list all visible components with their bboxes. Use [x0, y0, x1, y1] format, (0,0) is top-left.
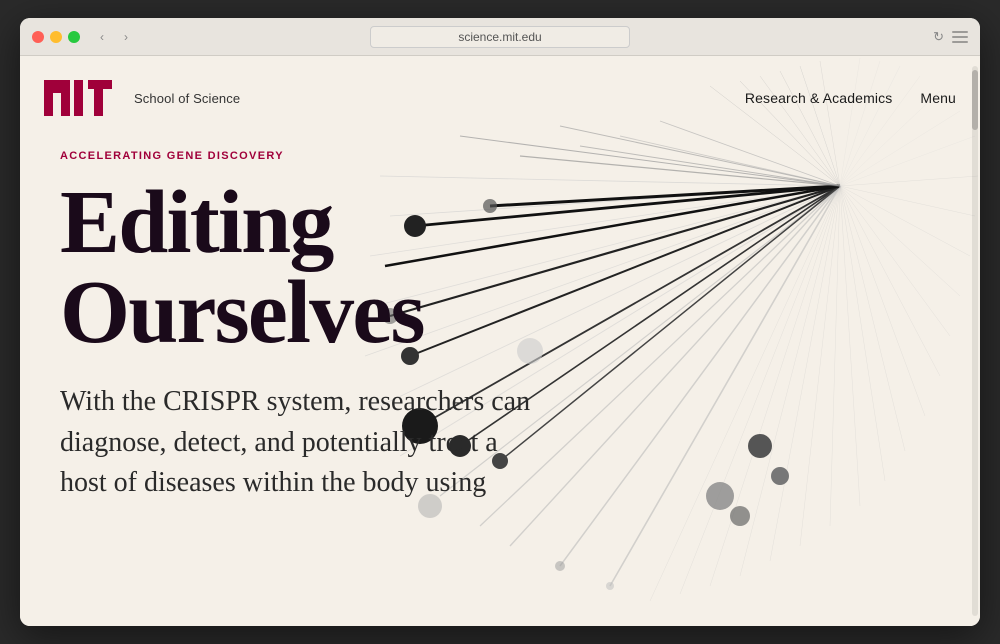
eyebrow-text: ACCELERATING GENE DISCOVERY — [60, 150, 956, 162]
page-content: School of Science Research & Academics M… — [20, 56, 980, 626]
hero-title-line2: Ourselves — [60, 263, 424, 362]
mit-logo-svg — [44, 74, 112, 122]
minimize-button[interactable] — [50, 31, 62, 43]
close-button[interactable] — [32, 31, 44, 43]
nav-buttons: ‹ › — [92, 29, 136, 45]
browser-window: ‹ › science.mit.edu ↻ — [20, 18, 980, 626]
forward-button[interactable]: › — [116, 29, 136, 45]
reload-button[interactable]: ↻ — [933, 29, 944, 45]
address-bar[interactable]: science.mit.edu — [370, 26, 630, 48]
hero-section: ACCELERATING GENE DISCOVERY Editing Ours… — [20, 140, 980, 504]
hero-title-line1: Editing — [60, 173, 333, 272]
site-nav: School of Science Research & Academics M… — [20, 56, 980, 140]
mit-logo[interactable]: School of Science — [44, 74, 240, 122]
browser-chrome: ‹ › science.mit.edu ↻ — [20, 18, 980, 56]
research-academics-link[interactable]: Research & Academics — [745, 90, 893, 106]
browser-actions: ↻ — [933, 29, 968, 45]
school-name-label: School of Science — [134, 91, 240, 106]
hero-title: Editing Ourselves — [60, 178, 956, 358]
sidebar-toggle[interactable] — [952, 31, 968, 43]
traffic-lights — [32, 31, 80, 43]
hero-body-text: With the CRISPR system, researchers can … — [60, 382, 540, 504]
back-button[interactable]: ‹ — [92, 29, 112, 45]
nav-right: Research & Academics Menu — [745, 90, 956, 106]
menu-link[interactable]: Menu — [920, 90, 956, 106]
scrollbar[interactable] — [972, 66, 978, 616]
maximize-button[interactable] — [68, 31, 80, 43]
